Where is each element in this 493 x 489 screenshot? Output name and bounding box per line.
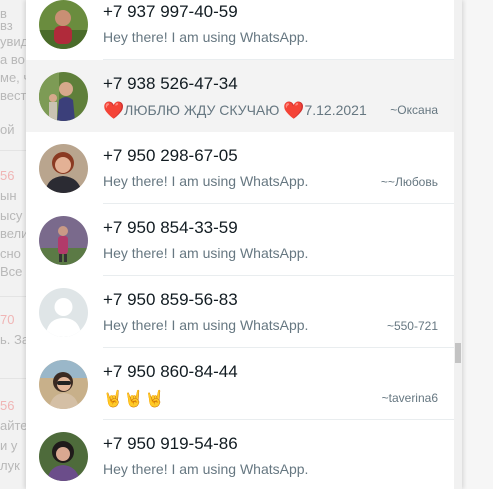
background-chat-pane: в вз увид а во ме, ч вест ой 56 ын ысу в… xyxy=(0,0,26,489)
background-text: ой xyxy=(0,122,15,137)
contact-status: Hey there! I am using WhatsApp. xyxy=(103,461,309,477)
contact-alias: ~550-721 xyxy=(386,319,438,333)
background-text: 56 xyxy=(0,168,15,183)
contact-status: Hey there! I am using WhatsApp. xyxy=(103,245,309,261)
background-text: айте xyxy=(0,418,26,433)
contact-status: 🤘🤘🤘 xyxy=(103,389,166,409)
background-text: сно xyxy=(0,246,21,261)
contact-alias: ~~Любовь xyxy=(380,175,438,189)
heart-icon: ❤️ xyxy=(103,101,125,120)
scrollbar[interactable] xyxy=(454,0,462,489)
contact-phone: +7 950 854-33-59 xyxy=(103,218,238,237)
contact-phone: +7 950 860-84-44 xyxy=(103,362,238,381)
scrollbar-thumb[interactable] xyxy=(455,343,461,363)
background-text: Все xyxy=(0,264,23,279)
contact-phone: +7 937 997-40-59 xyxy=(103,2,238,21)
contact-alias: ~Оксана xyxy=(390,103,438,117)
contact-row[interactable]: +7 950 919-54-86 Hey there! I am using W… xyxy=(26,420,454,489)
avatar-photo-icon xyxy=(39,360,88,409)
background-divider xyxy=(0,378,26,379)
contact-status: Hey there! I am using WhatsApp. xyxy=(103,29,309,45)
contact-phone: +7 950 919-54-86 xyxy=(103,434,238,453)
contact-alias: ~taverina6 xyxy=(381,391,438,405)
contact-row[interactable]: +7 950 298-67-05 Hey there! I am using W… xyxy=(26,132,454,204)
contact-row[interactable]: +7 950 859-56-83 Hey there! I am using W… xyxy=(26,276,454,348)
avatar-photo-icon xyxy=(39,216,88,265)
background-text: ме, ч xyxy=(0,70,26,85)
background-text: увид xyxy=(0,34,26,49)
contact-row-selected[interactable]: +7 938 526-47-34 ❤️ЛЮБЛЮ ЖДУ СКУЧАЮ ❤️7.… xyxy=(26,60,454,132)
contact-phone: +7 950 298-67-05 xyxy=(103,146,238,165)
avatar-photo-icon xyxy=(39,432,88,481)
contact-status: Hey there! I am using WhatsApp. xyxy=(103,317,309,333)
background-text: вели xyxy=(0,226,26,241)
avatar-photo-icon xyxy=(39,72,88,121)
background-text: ь. За xyxy=(0,332,26,347)
avatar-photo-icon xyxy=(39,144,88,193)
contact-status: Hey there! I am using WhatsApp. xyxy=(103,173,309,189)
background-text: ысу xyxy=(0,208,23,223)
background-text: 56 xyxy=(0,398,15,413)
background-text: 70 xyxy=(0,312,15,327)
contact-phone: +7 950 859-56-83 xyxy=(103,290,238,309)
contact-list-panel: +7 937 997-40-59 Hey there! I am using W… xyxy=(26,0,462,489)
background-text: и у xyxy=(0,438,18,453)
background-divider xyxy=(0,296,26,297)
background-text: вест xyxy=(0,88,26,103)
background-text: а во xyxy=(0,52,25,67)
contact-row[interactable]: +7 937 997-40-59 Hey there! I am using W… xyxy=(26,0,454,60)
contact-row[interactable]: +7 950 860-84-44 🤘🤘🤘 ~taverina6 xyxy=(26,348,454,420)
heart-icon: ❤️ xyxy=(283,101,305,120)
background-text: ын xyxy=(0,188,17,203)
background-text: вз xyxy=(0,18,13,33)
contact-phone: +7 938 526-47-34 xyxy=(103,74,238,93)
status-text: ЛЮБЛЮ ЖДУ СКУЧАЮ xyxy=(124,102,284,118)
avatar-photo-icon xyxy=(39,0,88,49)
background-text: лук xyxy=(0,458,20,473)
horns-hand-emoji-icon: 🤘🤘🤘 xyxy=(103,391,166,408)
background-divider xyxy=(0,150,26,151)
contact-row[interactable]: +7 950 854-33-59 Hey there! I am using W… xyxy=(26,204,454,276)
contact-status: ❤️ЛЮБЛЮ ЖДУ СКУЧАЮ ❤️7.12.2021 xyxy=(103,101,367,121)
status-date: 7.12.2021 xyxy=(304,102,367,118)
default-avatar-icon xyxy=(39,288,88,337)
